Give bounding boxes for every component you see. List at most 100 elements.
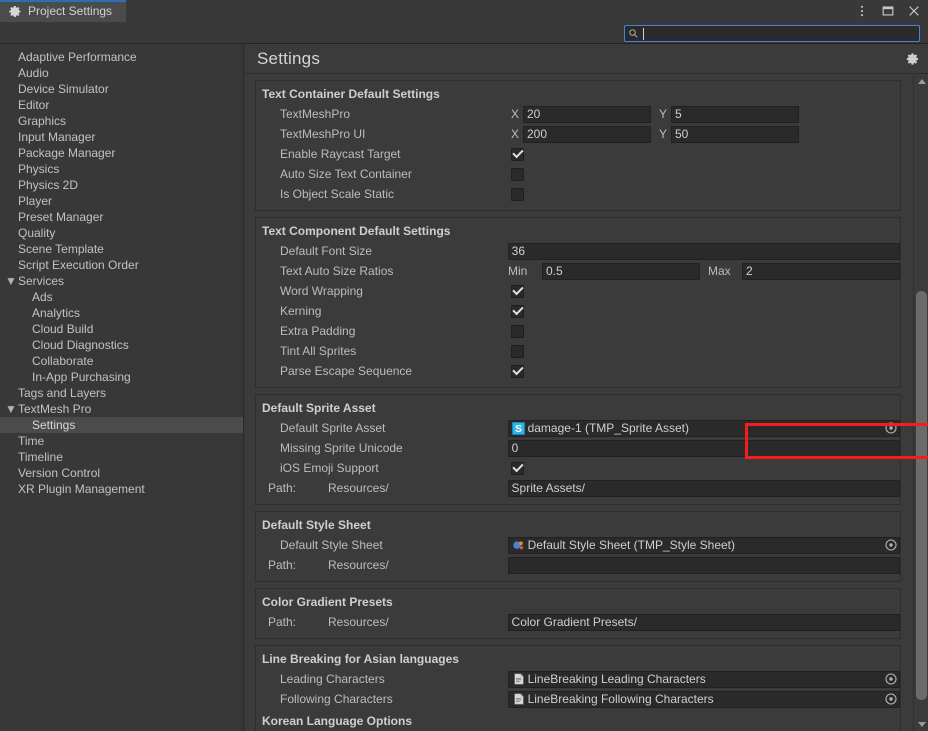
object-field[interactable]: Default Style Sheet (TMP_Style Sheet) xyxy=(507,536,900,554)
sidebar-item-scene-template[interactable]: Scene Template xyxy=(0,241,243,257)
vertical-scrollbar[interactable] xyxy=(913,75,928,731)
settings-row: Extra Padding xyxy=(256,321,900,341)
y-input[interactable]: 50 xyxy=(671,125,799,143)
settings-row: Word Wrapping xyxy=(256,281,900,301)
settings-row: Enable Raycast Target xyxy=(256,144,900,164)
chevron-down-icon[interactable]: ▼ xyxy=(5,273,17,289)
object-picker-icon[interactable] xyxy=(885,422,897,434)
row-label: Path: Resources/ xyxy=(256,558,508,572)
path-input[interactable]: Sprite Assets/ xyxy=(507,479,900,497)
scrollbar-track[interactable] xyxy=(916,89,927,717)
settings-sidebar[interactable]: Adaptive Performance Audio Device Simulato… xyxy=(0,44,244,731)
object-field[interactable]: Sdamage-1 (TMP_Sprite Asset) xyxy=(507,419,900,437)
checkbox[interactable] xyxy=(511,324,524,338)
sidebar-item-quality[interactable]: Quality xyxy=(0,225,243,241)
chevron-down-icon[interactable]: ▼ xyxy=(5,401,17,417)
sidebar-item-textmesh-pro[interactable]: ▼ TextMesh Pro xyxy=(0,401,243,417)
sidebar-item-label: Services xyxy=(18,274,65,288)
sidebar-item-preset-manager[interactable]: Preset Manager xyxy=(0,209,243,225)
main-header: Settings xyxy=(245,44,928,74)
path-key: Path: xyxy=(268,558,297,572)
sidebar-item-ads[interactable]: Ads xyxy=(0,289,243,305)
min-input[interactable]: 0.5 xyxy=(541,262,700,280)
x-input[interactable]: 200 xyxy=(523,125,651,143)
sidebar-item-package-manager[interactable]: Package Manager xyxy=(0,145,243,161)
sidebar-item-audio[interactable]: Audio xyxy=(0,65,243,81)
sidebar-item-physics[interactable]: Physics xyxy=(0,161,243,177)
x-input[interactable]: 20 xyxy=(523,105,651,123)
max-input[interactable]: 2 xyxy=(742,262,901,280)
checkbox[interactable] xyxy=(511,147,524,161)
sidebar-item-cloud-build[interactable]: Cloud Build xyxy=(0,321,243,337)
sidebar-item-graphics[interactable]: Graphics xyxy=(0,113,243,129)
object-field[interactable]: LineBreaking Following Characters xyxy=(507,690,900,708)
row-label: TextMeshPro UI xyxy=(280,127,366,141)
section-title: Default Sprite Asset xyxy=(262,401,376,415)
checkbox[interactable] xyxy=(511,461,524,475)
checkbox[interactable] xyxy=(511,284,524,298)
text-input[interactable]: 0 xyxy=(507,439,900,457)
object-picker-icon[interactable] xyxy=(885,693,897,705)
row-label: Leading Characters xyxy=(280,672,385,686)
sidebar-item-services[interactable]: ▼ Services xyxy=(0,273,243,289)
kebab-menu-icon[interactable] xyxy=(854,3,870,19)
checkbox[interactable] xyxy=(511,167,524,181)
sidebar-item-device-simulator[interactable]: Device Simulator xyxy=(0,81,243,97)
close-icon[interactable] xyxy=(906,3,922,19)
row-label: TextMeshPro xyxy=(280,107,351,121)
settings-row: Following Characters LineBreaking Followi… xyxy=(256,689,900,709)
search-box[interactable] xyxy=(624,25,920,42)
settings-section: Text Component Default Settings Default F… xyxy=(255,217,901,388)
sidebar-item-label: Quality xyxy=(18,226,56,240)
sidebar-item-version-control[interactable]: Version Control xyxy=(0,465,243,481)
chevron-down-icon[interactable] xyxy=(914,718,928,731)
path-input[interactable] xyxy=(507,556,900,574)
sidebar-item-adaptive-performance[interactable]: Adaptive Performance xyxy=(0,49,243,65)
section-title: Color Gradient Presets xyxy=(262,595,393,609)
settings-row: Leading Characters LineBreaking Leading C… xyxy=(256,669,900,689)
checkbox[interactable] xyxy=(511,344,524,358)
object-field[interactable]: LineBreaking Leading Characters xyxy=(507,670,900,688)
path-key: Path: xyxy=(268,481,297,495)
sidebar-item-settings[interactable]: Settings xyxy=(0,417,243,433)
chevron-up-icon[interactable] xyxy=(914,75,928,88)
row-label: Kerning xyxy=(280,304,322,318)
sidebar-item-label: XR Plugin Management xyxy=(18,482,145,496)
sidebar-item-physics-2d[interactable]: Physics 2D xyxy=(0,177,243,193)
row-label: iOS Emoji Support xyxy=(280,461,379,475)
checkbox[interactable] xyxy=(511,304,524,318)
checkbox[interactable] xyxy=(511,364,524,378)
sidebar-item-input-manager[interactable]: Input Manager xyxy=(0,129,243,145)
path-input[interactable]: Color Gradient Presets/ xyxy=(507,613,900,631)
sidebar-item-analytics[interactable]: Analytics xyxy=(0,305,243,321)
sidebar-item-time[interactable]: Time xyxy=(0,433,243,449)
sidebar-item-xr-plugin-management[interactable]: XR Plugin Management xyxy=(0,481,243,497)
x-value: 20 xyxy=(527,107,541,121)
text-input[interactable]: 36 xyxy=(507,242,900,260)
sidebar-item-tags-and-layers[interactable]: Tags and Layers xyxy=(0,385,243,401)
section-title: Text Container Default Settings xyxy=(262,87,440,101)
settings-row: Kerning xyxy=(256,301,900,321)
sidebar-item-collaborate[interactable]: Collaborate xyxy=(0,353,243,369)
sidebar-item-in-app-purchasing[interactable]: In-App Purchasing xyxy=(0,369,243,385)
sidebar-item-script-execution-order[interactable]: Script Execution Order xyxy=(0,257,243,273)
row-label: Auto Size Text Container xyxy=(280,167,412,181)
y-value: 50 xyxy=(675,127,689,141)
gear-icon[interactable] xyxy=(906,52,920,66)
sidebar-item-player[interactable]: Player xyxy=(0,193,243,209)
y-input[interactable]: 5 xyxy=(671,105,799,123)
sidebar-item-cloud-diagnostics[interactable]: Cloud Diagnostics xyxy=(0,337,243,353)
sidebar-item-editor[interactable]: Editor xyxy=(0,97,243,113)
scriptable-object-icon xyxy=(512,538,526,552)
maximize-icon[interactable] xyxy=(880,3,896,19)
scrollbar-thumb[interactable] xyxy=(916,291,927,700)
tab-project-settings[interactable]: Project Settings xyxy=(0,0,127,22)
sidebar-item-label: Preset Manager xyxy=(18,210,104,224)
settings-row: Default Sprite Asset Sdamage-1 (TMP_Sprit… xyxy=(256,418,900,438)
sidebar-item-timeline[interactable]: Timeline xyxy=(0,449,243,465)
search-icon xyxy=(628,28,642,39)
search-input[interactable] xyxy=(642,26,919,41)
object-picker-icon[interactable] xyxy=(885,539,897,551)
object-picker-icon[interactable] xyxy=(885,673,897,685)
checkbox[interactable] xyxy=(511,187,524,201)
